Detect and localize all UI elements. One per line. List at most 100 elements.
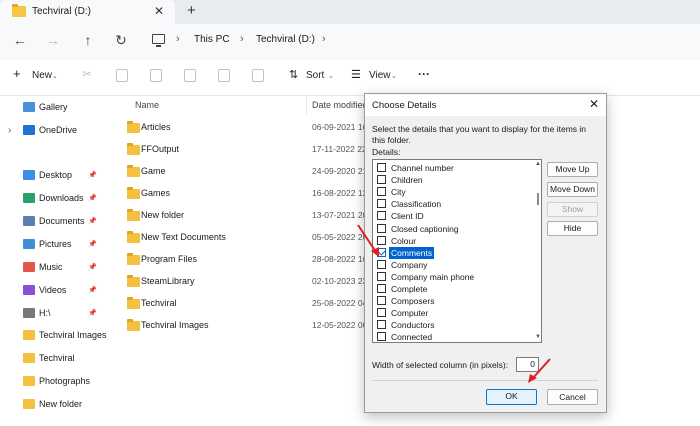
scroll-up-icon[interactable]: ▲ [535,161,541,167]
new-tab-button[interactable]: + [187,2,196,19]
sidebar-item[interactable]: Techviral Images [0,324,110,346]
chevron-down-icon[interactable]: ⌄ [391,72,397,80]
checkbox[interactable] [377,332,386,342]
sidebar-item[interactable]: H:\ 📌 [0,302,110,324]
table-row[interactable]: New folder 13-07-2021 20: [110,205,365,227]
checkbox[interactable] [377,187,386,197]
checkbox[interactable] [377,235,386,245]
back-arrow-icon[interactable]: ← [11,32,29,48]
sidebar-item[interactable]: Gallery [0,96,110,118]
checkbox[interactable] [377,163,386,172]
list-item-label: Company [391,259,428,270]
sidebar-item[interactable]: New folder [0,393,110,415]
cancel-button[interactable]: Cancel [547,389,598,405]
move-down-button[interactable]: Move Down [547,182,598,197]
table-row[interactable]: Articles 06-09-2021 16: [110,117,365,139]
scroll-thumb[interactable] [537,193,539,205]
chevron-right-icon[interactable]: › [322,33,326,45]
sidebar-item[interactable]: Downloads 📌 [0,187,110,209]
up-arrow-icon[interactable]: ↑ [79,32,97,48]
list-item[interactable]: Children [377,174,527,186]
chevron-right-icon[interactable]: › [8,125,11,136]
scroll-down-icon[interactable]: ▼ [535,334,541,340]
list-item[interactable]: Channel number [377,162,527,174]
forward-arrow-icon[interactable]: → [44,32,62,48]
sidebar-item[interactable]: Videos 📌 [0,279,110,301]
checkbox[interactable] [377,296,386,306]
rename-icon[interactable] [184,69,196,82]
list-item[interactable]: Composers [377,295,527,307]
checkbox[interactable] [377,247,386,257]
list-item[interactable]: Classification [377,198,527,210]
sidebar-item[interactable]: Music 📌 [0,256,110,278]
plus-icon[interactable]: + [13,66,21,81]
sidebar-item[interactable]: Documents 📌 [0,210,110,232]
list-item[interactable]: Conductors [377,319,527,331]
paste-icon[interactable] [150,69,162,82]
table-row[interactable]: Game 24-09-2020 21: [110,161,365,183]
ok-button[interactable]: OK [486,389,537,405]
column-divider[interactable] [306,96,307,114]
checkbox[interactable] [377,211,386,221]
column-header-date[interactable]: Date modified [312,100,368,110]
sidebar-item[interactable]: Desktop 📌 [0,164,110,186]
table-row[interactable]: SteamLibrary 02-10-2023 23: [110,271,365,293]
delete-icon[interactable] [252,69,264,82]
list-item[interactable]: Connected [377,331,527,342]
chevron-right-icon[interactable]: › [240,33,244,45]
list-item[interactable]: Colour [377,235,527,247]
checkbox[interactable] [377,284,386,293]
view-button[interactable]: View [369,70,391,81]
list-item[interactable]: Company [377,259,527,271]
table-row[interactable]: Techviral Images 12-05-2022 00: [110,315,365,337]
chevron-down-icon[interactable]: ⌄ [328,72,334,80]
cut-icon[interactable]: ✂ [82,67,92,81]
checkbox[interactable] [377,175,386,185]
tab-techviral[interactable]: Techviral (D:) ✕ [0,0,175,24]
list-item[interactable]: City [377,186,527,198]
sidebar-item[interactable]: › OneDrive [0,119,110,141]
table-row[interactable]: FFOutput 17-11-2022 22: [110,139,365,161]
scrollbar[interactable]: ▲ ▼ [534,160,541,342]
table-row[interactable]: Program Files 28-08-2022 16: [110,249,365,271]
share-icon[interactable] [218,69,230,82]
breadcrumb-drive[interactable]: Techviral (D:) [256,34,315,45]
column-header-name[interactable]: Name [135,100,159,110]
file-name: New Text Documents [141,232,226,242]
list-item[interactable]: Closed captioning [377,223,527,235]
details-listbox[interactable]: ▲ ▼ Channel number Children City Classifica… [372,159,542,343]
checkbox[interactable] [377,271,386,281]
checkbox[interactable] [377,308,386,318]
sidebar-item[interactable]: Techviral [0,347,110,369]
checkbox[interactable] [377,259,386,269]
list-item[interactable]: Client ID [377,210,527,222]
list-item[interactable]: Company main phone [377,271,527,283]
table-row[interactable]: Games 16-08-2022 12: [110,183,365,205]
new-button[interactable]: New [32,70,52,81]
checkbox[interactable] [377,199,386,209]
chevron-right-icon[interactable]: › [176,33,180,45]
breadcrumb-this-pc[interactable]: This PC [194,34,230,45]
list-item[interactable]: Complete [377,283,527,295]
sidebar-item[interactable]: Pictures 📌 [0,233,110,255]
close-icon[interactable]: ✕ [154,4,164,18]
close-icon[interactable]: ✕ [589,97,599,111]
show-button[interactable]: Show [547,202,598,217]
checkbox[interactable] [377,320,386,330]
list-item[interactable]: Computer [377,307,527,319]
sidebar-item[interactable]: Photographs [0,370,110,392]
copy-icon[interactable] [116,69,128,82]
sort-icon[interactable]: ⇅ [289,68,298,81]
table-row[interactable]: New Text Documents 05-05-2022 20: [110,227,365,249]
list-item[interactable]: Comments [377,246,527,259]
move-up-button[interactable]: Move Up [547,162,598,177]
checkbox[interactable] [377,223,386,233]
chevron-down-icon[interactable]: ⌄ [52,72,58,80]
view-icon[interactable]: ☰ [351,68,361,81]
refresh-icon[interactable]: ↻ [112,32,130,49]
sort-button[interactable]: Sort [306,70,324,81]
more-options-button[interactable]: ··· [418,67,430,81]
column-width-input[interactable]: 0 [516,357,539,372]
hide-button[interactable]: Hide [547,221,598,236]
table-row[interactable]: Techviral 25-08-2022 04: [110,293,365,315]
